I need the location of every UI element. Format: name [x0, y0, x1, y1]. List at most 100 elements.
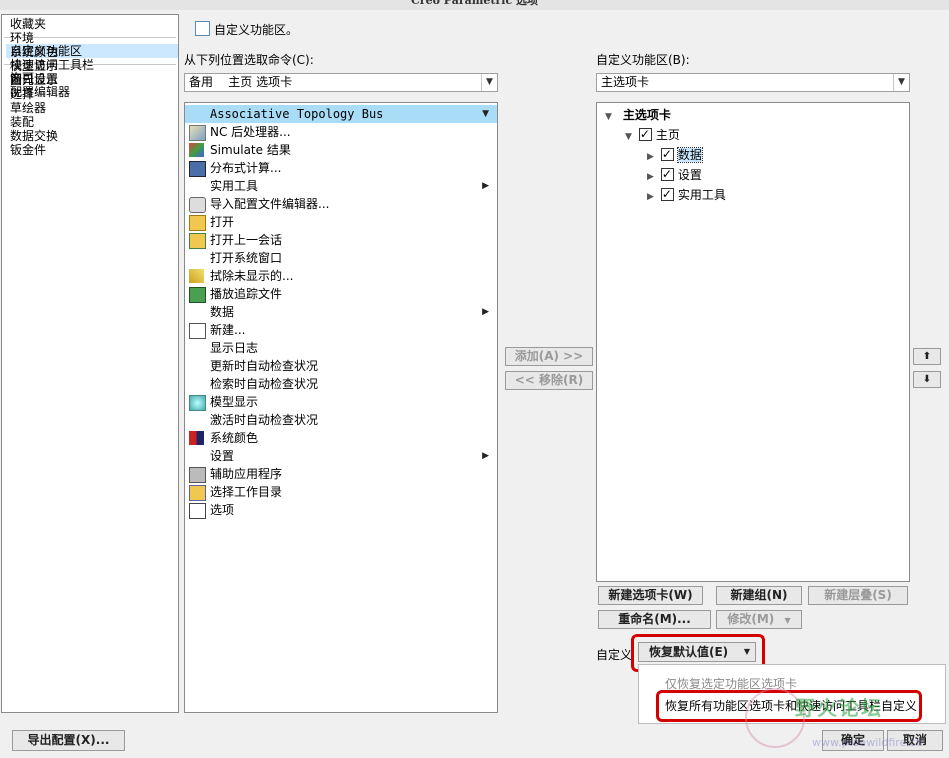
command-label: 分布式计算...	[210, 161, 282, 175]
nav-item[interactable]: 自定义功能区	[6, 44, 178, 58]
command-label: 选项	[210, 503, 235, 517]
nav-item[interactable]: 数据交换	[6, 129, 178, 143]
command-item[interactable]: 实用工具 ▶	[185, 177, 497, 195]
move-down-button[interactable]: ⬇	[913, 371, 941, 388]
ribbon-tabs-combo[interactable]: 主选项卡 ▼	[596, 73, 910, 92]
command-item[interactable]: 打开系统窗口	[185, 249, 497, 267]
tree-utilities-label: 实用工具	[677, 188, 726, 202]
expand-arrow-icon[interactable]: ▼	[605, 108, 615, 126]
new-cascade-button[interactable]: 新建层叠(S)	[808, 586, 908, 605]
tree-node-settings[interactable]: ▶ 设置	[647, 165, 702, 186]
command-label: 更新时自动检查状况	[210, 359, 319, 373]
command-item[interactable]: NC 后处理器...	[185, 123, 497, 141]
command-item[interactable]: 分布式计算...	[185, 159, 497, 177]
open-session-icon	[189, 233, 206, 249]
command-item[interactable]: 辅助应用程序	[185, 465, 497, 483]
command-item[interactable]: 选项	[185, 501, 497, 519]
nav-item[interactable]: 钣金件	[6, 143, 178, 157]
rename-button[interactable]: 重命名(M)...	[598, 610, 711, 629]
command-label: 打开	[210, 215, 235, 229]
new-tab-button[interactable]: 新建选项卡(W)	[598, 586, 703, 605]
model-display-icon	[189, 395, 206, 411]
submenu-arrow-icon: ▶	[482, 451, 489, 461]
command-item[interactable]: 模型显示	[185, 393, 497, 411]
command-item[interactable]: 检索时自动检查状况	[185, 375, 497, 393]
expand-arrow-icon[interactable]: ▶	[647, 148, 657, 166]
checkbox-checked-icon[interactable]	[660, 145, 674, 163]
command-item[interactable]: 打开	[185, 213, 497, 231]
command-label: 模型显示	[210, 395, 259, 409]
new-group-button[interactable]: 新建组(N)	[716, 586, 802, 605]
command-item[interactable]: 更新时自动检查状况	[185, 357, 497, 375]
command-item[interactable]: 系统颜色	[185, 429, 497, 447]
command-item[interactable]: 打开上一会话	[185, 231, 497, 249]
command-item[interactable]: Associative Topology Bus ▼	[185, 105, 497, 123]
checkbox-checked-icon[interactable]	[660, 185, 674, 203]
nav-item[interactable]: 配置编辑器	[6, 85, 178, 99]
arrow-up-icon: ⬆	[922, 351, 932, 362]
command-item[interactable]: 播放追踪文件	[185, 285, 497, 303]
commands-list[interactable]: Associative Topology Bus ▼ NC 后处理器... Simul…	[184, 102, 498, 713]
command-label: 激活时自动检查状况	[210, 413, 319, 427]
customize-ribbon-icon	[195, 21, 210, 36]
work-dir-icon	[189, 485, 206, 501]
command-label: 系统颜色	[210, 431, 259, 445]
command-item[interactable]: 选择工作目录	[185, 483, 497, 501]
remove-button[interactable]: << 移除(R)	[505, 371, 593, 390]
command-label: 打开上一会话	[210, 233, 283, 247]
window-title: Creo Parametric 选项	[0, 0, 949, 10]
tree-data-label: 数据	[676, 147, 703, 163]
expand-arrow-icon[interactable]: ▶	[647, 188, 657, 206]
tree-root[interactable]: ▼ 主选项卡	[605, 106, 671, 124]
command-item[interactable]: 新建...	[185, 321, 497, 339]
tree-node-home[interactable]: ▼ 主页	[625, 125, 680, 146]
tree-node-data[interactable]: ▶ 数据	[647, 145, 703, 166]
command-label: 选择工作目录	[210, 485, 283, 499]
command-label: 检索时自动检查状况	[210, 377, 319, 391]
modify-button[interactable]: 修改(M) ▼	[716, 610, 802, 629]
customize-ribbon-header: 自定义功能区。	[195, 21, 298, 38]
nav-item[interactable]: 装配	[6, 115, 178, 129]
command-item[interactable]: 数据 ▶	[185, 303, 497, 321]
watermark-url: www.proewildfire.cn	[812, 736, 923, 749]
ribbon-tabs-value: 主选项卡	[601, 75, 650, 89]
customize-label: 自定义	[596, 648, 633, 662]
command-item[interactable]: 激活时自动检查状况	[185, 411, 497, 429]
options-nav: 收藏夹环境系统颜色模型显示图元显示选择草绘器装配数据交换钣金件 自定义功能区快速…	[1, 14, 179, 713]
command-item[interactable]: 显示日志	[185, 339, 497, 357]
nav-item[interactable]: 收藏夹	[6, 17, 178, 31]
chevron-down-icon: ▼	[893, 74, 909, 91]
checkbox-checked-icon[interactable]	[660, 165, 674, 183]
nav-item[interactable]: 草绘器	[6, 101, 178, 115]
command-item[interactable]: 设置 ▶	[185, 447, 497, 465]
distributed-icon	[189, 161, 206, 177]
command-label: 设置	[210, 449, 235, 463]
nav-item[interactable]: 许可	[6, 71, 178, 85]
export-config-button[interactable]: 导出配置(X)...	[12, 730, 125, 751]
customize-ribbon-label: 自定义功能区(B):	[596, 53, 690, 67]
command-label: 新建...	[210, 323, 246, 337]
nav-item[interactable]: 环境	[6, 31, 178, 45]
tree-settings-label: 设置	[677, 168, 702, 182]
ribbon-tree[interactable]: ▼ 主选项卡 ▼ 主页 ▶ 数据 ▶ 设置 ▶ 实用工具	[596, 102, 910, 582]
chevron-down-icon: ▼	[482, 109, 489, 119]
choose-commands-combo[interactable]: 备用 主页 选项卡 ▼	[184, 73, 498, 92]
move-up-button[interactable]: ⬆	[913, 348, 941, 365]
new-file-icon	[189, 323, 206, 339]
command-item[interactable]: 导入配置文件编辑器...	[185, 195, 497, 213]
tree-node-utilities[interactable]: ▶ 实用工具	[647, 185, 726, 206]
command-label: 辅助应用程序	[210, 467, 283, 481]
add-button[interactable]: 添加(A) >>	[505, 347, 593, 366]
command-label: 实用工具	[210, 179, 259, 193]
checkbox-checked-icon[interactable]	[638, 125, 652, 143]
command-label: 打开系统窗口	[210, 251, 283, 265]
simulate-icon	[189, 143, 204, 157]
command-item[interactable]: Simulate 结果	[185, 141, 497, 159]
expand-arrow-icon[interactable]: ▶	[647, 168, 657, 186]
tree-home-label: 主页	[655, 128, 680, 142]
expand-arrow-icon[interactable]: ▼	[625, 128, 635, 146]
chevron-down-icon: ▼	[784, 616, 791, 625]
nav-item[interactable]: 快速访问工具栏	[6, 58, 178, 72]
modify-label: 修改(M)	[727, 612, 775, 626]
command-item[interactable]: 拭除未显示的...	[185, 267, 497, 285]
